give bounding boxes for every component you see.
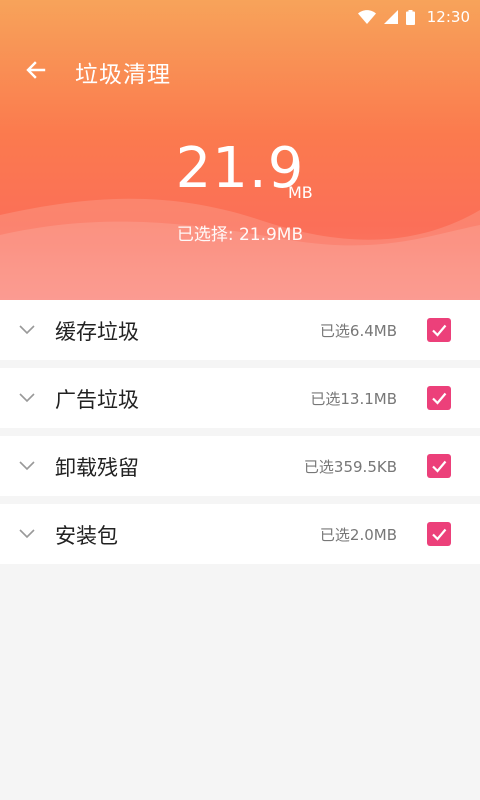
signal-icon <box>383 10 398 24</box>
category-checkbox[interactable] <box>427 522 451 546</box>
junk-size-display: 21.9 <box>0 136 480 201</box>
chevron-down-icon[interactable] <box>18 525 36 543</box>
chevron-down-icon[interactable] <box>18 457 36 475</box>
header-banner: 12:30 垃圾清理 21.9 MB 已选择: 21.9MB <box>0 0 480 300</box>
category-size: 已选359.5KB <box>303 458 397 476</box>
checkmark-icon <box>432 392 447 405</box>
chevron-down-icon[interactable] <box>18 321 36 339</box>
page-title: 垃圾清理 <box>75 62 171 88</box>
status-time: 12:30 <box>426 8 470 26</box>
category-size: 已选13.1MB <box>310 390 397 408</box>
category-label: 缓存垃圾 <box>55 320 139 344</box>
battery-icon <box>405 9 415 25</box>
category-checkbox[interactable] <box>427 318 451 342</box>
category-checkbox[interactable] <box>427 454 451 478</box>
category-label: 广告垃圾 <box>55 388 139 412</box>
category-row-cache[interactable]: 缓存垃圾 已选6.4MB <box>0 300 480 360</box>
junk-size-unit: MB <box>288 183 313 202</box>
checkmark-icon <box>432 460 447 473</box>
junk-category-list: 缓存垃圾 已选6.4MB 广告垃圾 已选13.1MB 卸载残留 已选359.5K… <box>0 300 480 572</box>
wifi-icon <box>357 10 376 24</box>
category-checkbox[interactable] <box>427 386 451 410</box>
category-label: 安装包 <box>55 524 118 548</box>
back-button[interactable] <box>14 46 58 94</box>
junk-size-value: 21.9 <box>175 136 305 201</box>
selected-total-text: 已选择: 21.9MB <box>176 225 304 245</box>
category-label: 卸载残留 <box>55 456 139 480</box>
category-row-ads[interactable]: 广告垃圾 已选13.1MB <box>0 368 480 428</box>
category-size: 已选2.0MB <box>319 526 397 544</box>
arrow-back-icon <box>26 61 46 79</box>
category-row-residual[interactable]: 卸载残留 已选359.5KB <box>0 436 480 496</box>
checkmark-icon <box>432 324 447 337</box>
chevron-down-icon[interactable] <box>18 389 36 407</box>
wave-decoration <box>0 198 480 300</box>
category-size: 已选6.4MB <box>319 322 397 340</box>
category-row-apk[interactable]: 安装包 已选2.0MB <box>0 504 480 564</box>
checkmark-icon <box>432 528 447 541</box>
toolbar: 垃圾清理 <box>0 46 480 94</box>
status-bar: 12:30 <box>0 0 480 34</box>
